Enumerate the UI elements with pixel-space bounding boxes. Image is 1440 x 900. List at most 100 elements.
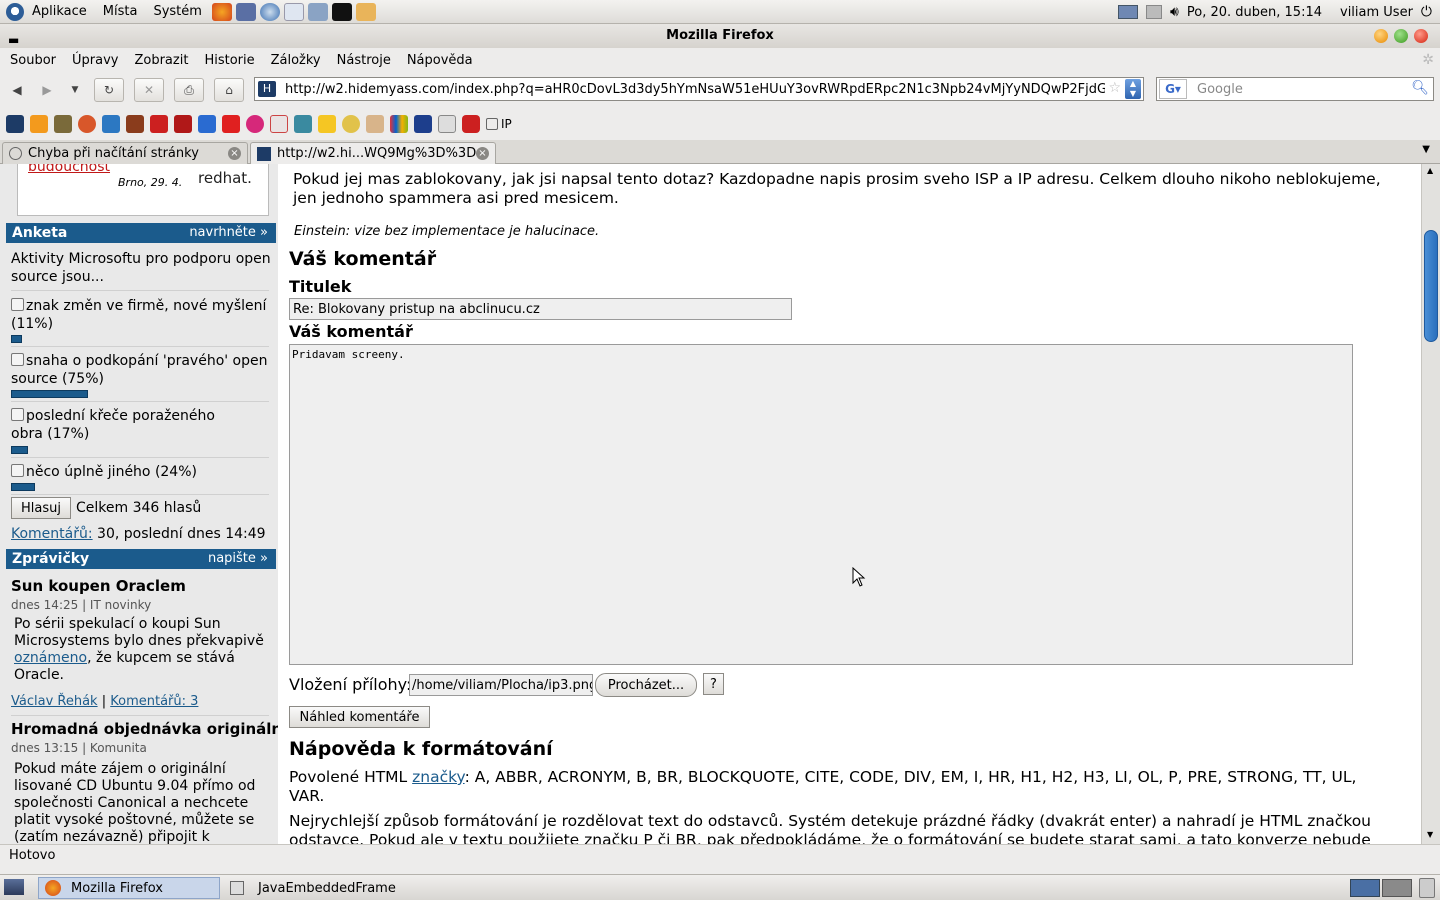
news-comments-link[interactable]: Komentářů: 3	[110, 694, 198, 709]
bookmark-ip-icon[interactable]	[486, 118, 498, 130]
bookmark-gallery-icon[interactable]	[54, 115, 72, 133]
poll-comments-link[interactable]: Komentářů:	[11, 526, 93, 542]
search-engine-icon[interactable]: G▾	[1159, 79, 1187, 99]
scroll-down-arrow[interactable]: ▼	[1427, 830, 1433, 839]
search-icon[interactable]: 🔍︎	[1411, 80, 1429, 96]
bookmark-red-play-icon[interactable]	[462, 115, 480, 133]
url-dropdown-icon[interactable]: ▲ ▼	[1125, 79, 1141, 99]
poll-checkbox[interactable]	[11, 464, 24, 477]
menu-soubor[interactable]: Soubor	[2, 53, 64, 68]
news-body-link[interactable]: oznámeno	[14, 650, 87, 666]
vertical-scrollbar[interactable]: ▲ ▼	[1421, 164, 1440, 844]
bookmark-smile-icon[interactable]	[342, 115, 360, 133]
help-launcher-icon[interactable]	[259, 2, 280, 21]
forward-button[interactable]: ▶	[36, 78, 58, 102]
firefox-launcher-icon[interactable]	[211, 2, 232, 21]
scrollbar-thumb[interactable]	[1424, 230, 1438, 342]
workspace-1[interactable]	[1350, 879, 1380, 897]
news-author-link[interactable]: Václav Řehák	[11, 694, 98, 709]
printer-icon[interactable]	[1146, 5, 1163, 19]
poll-option[interactable]: něco úplně jiného (24%)	[11, 463, 269, 481]
menu-zobrazit[interactable]: Zobrazit	[126, 53, 196, 68]
menu-napoveda[interactable]: Nápověda	[399, 53, 481, 68]
menu-aplikace[interactable]: Aplikace	[24, 4, 95, 19]
tab-close-icon[interactable]: ×	[228, 147, 241, 160]
preview-button[interactable]: Náhled komentáře	[289, 706, 430, 728]
bookmark-warning-icon[interactable]	[318, 115, 336, 133]
taskbar-firefox[interactable]: Mozilla Firefox	[38, 877, 220, 899]
bookmark-paypal-icon[interactable]	[414, 115, 432, 133]
mail-launcher-icon[interactable]	[235, 2, 256, 21]
bookmark-bug-icon[interactable]	[126, 115, 144, 133]
bookmark-people-icon[interactable]	[198, 115, 216, 133]
bookmark-star-icon[interactable]: ☆	[1108, 80, 1121, 96]
menu-historie[interactable]: Historie	[196, 53, 262, 68]
trash-icon[interactable]	[1419, 878, 1435, 898]
news-write-link[interactable]: napište »	[208, 549, 268, 569]
maximize-button[interactable]	[1394, 29, 1408, 43]
user-launcher-icon[interactable]	[355, 2, 376, 21]
close-window-button[interactable]	[1414, 29, 1428, 43]
gnome-foot-icon[interactable]	[6, 2, 24, 21]
stop-button[interactable]: ✕	[134, 78, 164, 102]
search-box[interactable]: G▾ Google 🔍︎	[1156, 77, 1434, 101]
menu-upravy[interactable]: Úpravy	[64, 53, 126, 68]
power-icon[interactable]: ⏻	[1421, 4, 1432, 20]
bookmark-flag-icon[interactable]	[270, 115, 288, 133]
taskbar-java-frame[interactable]: JavaEmbeddedFrame	[224, 877, 424, 899]
bookmark-youtube-icon[interactable]	[150, 115, 168, 133]
bookmark-swirl-icon[interactable]	[102, 115, 120, 133]
url-bar[interactable]: H http://w2.hidemyass.com/index.php?q=aH…	[254, 77, 1144, 101]
user-name[interactable]: viliam User	[1340, 5, 1413, 20]
bookmark-stripes-icon[interactable]	[294, 115, 312, 133]
poll-suggest-link[interactable]: navrhněte »	[189, 223, 268, 243]
bookmark-mail-icon[interactable]	[438, 115, 456, 133]
bookmark-idoz-icon[interactable]	[174, 115, 192, 133]
browse-button[interactable]: Procházet...	[595, 673, 697, 697]
terminal-launcher-icon[interactable]	[331, 2, 352, 21]
poll-checkbox[interactable]	[11, 408, 24, 421]
clock[interactable]: Po, 20. duben, 15:14	[1187, 5, 1322, 20]
poll-checkbox[interactable]	[11, 353, 24, 366]
reload-button[interactable]: ↻	[94, 78, 124, 102]
scroll-up-arrow[interactable]: ▲	[1427, 166, 1433, 175]
bookmark-ebay-icon[interactable]	[390, 115, 408, 133]
poll-option[interactable]: poslední křeče poraženého obra (17%)	[11, 407, 231, 443]
tab-load-error[interactable]: Chyba při načítání stránky ×	[2, 142, 248, 164]
poll-option[interactable]: snaha o podkopání 'pravého' open source …	[11, 352, 275, 388]
home-button[interactable]: ⌂	[214, 78, 244, 102]
show-desktop-icon[interactable]	[4, 879, 24, 895]
title-input[interactable]: Re: Blokovany pristup na abclinucu.cz	[289, 298, 792, 320]
menu-nastroje[interactable]: Nástroje	[329, 53, 399, 68]
bookmark-hand-icon[interactable]	[366, 115, 384, 133]
document-launcher-icon[interactable]	[283, 2, 304, 21]
tab-close-icon[interactable]: ×	[476, 147, 489, 160]
bookmark-p-icon[interactable]	[246, 115, 264, 133]
tab-hidemyass[interactable]: http://w2.hi...WQ9Mg%3D%3D ×	[250, 142, 496, 164]
tags-link[interactable]: značky	[412, 768, 464, 786]
bookmark-play-icon[interactable]	[30, 115, 48, 133]
tab-list-dropdown-icon[interactable]: ▼	[1422, 144, 1430, 155]
volume-icon[interactable]: 🔊︎	[1170, 4, 1179, 20]
ad-link[interactable]: budoucnost	[28, 164, 110, 175]
bookmark-ubuntu-icon[interactable]	[78, 115, 96, 133]
search-input[interactable]: Google	[1197, 82, 1243, 97]
print-button[interactable]: ⎙	[174, 78, 204, 102]
menu-mista[interactable]: Místa	[95, 4, 146, 19]
poll-checkbox[interactable]	[11, 298, 24, 311]
history-dropdown-icon[interactable]: ▼	[68, 78, 82, 102]
bookmark-hidemyass-icon[interactable]	[6, 115, 24, 133]
back-button[interactable]: ◀	[6, 78, 28, 102]
poll-option[interactable]: znak změn ve firmě, nové myšlení (11%)	[11, 297, 269, 333]
news-title[interactable]: Hromadná objednávka originálníc	[11, 720, 278, 738]
menu-zalozky[interactable]: Záložky	[263, 53, 329, 68]
workspace-2[interactable]	[1382, 879, 1412, 897]
url-text[interactable]: http://w2.hidemyass.com/index.php?q=aHR0…	[285, 82, 1105, 97]
vote-button[interactable]: Hlasuj	[11, 497, 71, 519]
bookmark-ip-label[interactable]: IP	[501, 117, 512, 131]
menu-system[interactable]: Systém	[145, 4, 209, 19]
comment-textarea[interactable]: Pridavam screeny.	[289, 344, 1353, 665]
network-icon[interactable]	[1118, 5, 1139, 19]
news-title[interactable]: Sun koupen Oraclem	[11, 577, 186, 595]
minimize-button[interactable]	[1374, 29, 1388, 43]
